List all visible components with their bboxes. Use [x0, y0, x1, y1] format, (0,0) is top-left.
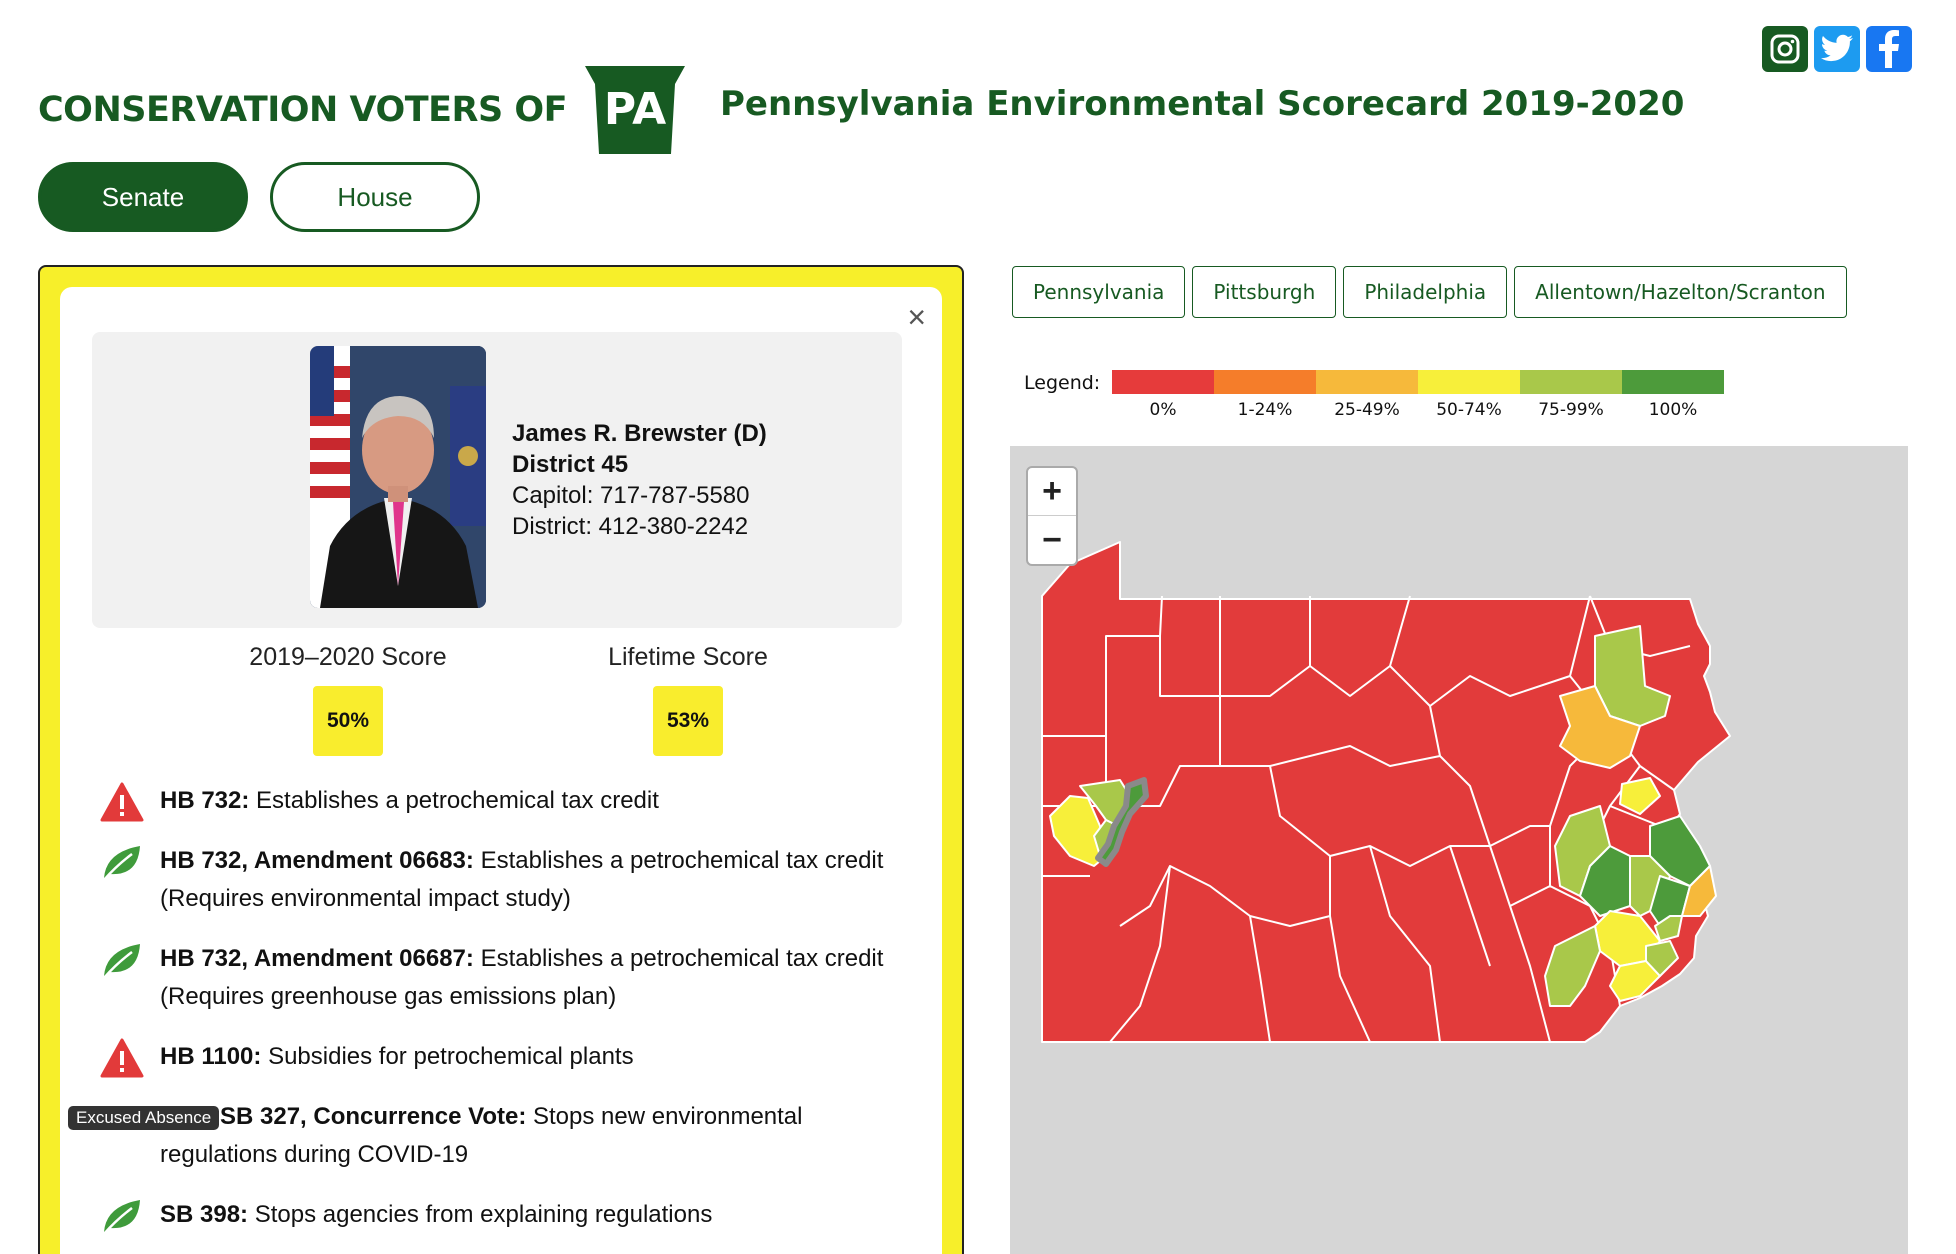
vote-bill: SB 327, Concurrence Vote: — [220, 1103, 527, 1130]
legend-item-label: 0% — [1149, 400, 1177, 420]
lifetime-score: Lifetime Score 53% — [558, 643, 818, 756]
leaf-icon — [103, 944, 140, 979]
legend-label: Legend: — [1024, 372, 1101, 394]
vote-item: HB 1100: Subsidies for petrochemical pla… — [100, 1038, 900, 1078]
current-score: 2019–2020 Score 50% — [218, 643, 478, 756]
vote-item: HB 732: Establishes a petrochemical tax … — [100, 782, 900, 822]
close-icon[interactable]: × — [907, 299, 926, 336]
vote-bill: HB 1100: — [160, 1043, 262, 1070]
capitol-phone: Capitol: 717-787-5580 — [512, 482, 750, 509]
twitter-icon[interactable] — [1814, 26, 1860, 72]
district-map[interactable]: + − — [1010, 446, 1908, 1254]
legend-swatch — [1520, 370, 1622, 394]
legend-swatch — [1418, 370, 1520, 394]
page-title: Pennsylvania Environmental Scorecard 201… — [720, 84, 1685, 124]
vote-item: Excused Absence SB 327, Concurrence Vote… — [68, 1098, 900, 1174]
house-button[interactable]: House — [270, 162, 480, 232]
leaf-icon — [103, 846, 140, 881]
leaf-icon — [103, 1200, 140, 1235]
excused-absence-badge: Excused Absence — [68, 1106, 220, 1130]
legend-item-label: 1-24% — [1237, 400, 1293, 420]
region-filter: Pennsylvania Pittsburgh Philadelphia All… — [1012, 266, 1847, 318]
region-button-pennsylvania[interactable]: Pennsylvania — [1012, 266, 1186, 318]
vote-bill: HB 732, Amendment 06687: — [160, 945, 474, 972]
region-button-allentown[interactable]: Allentown/Hazelton/Scranton — [1514, 266, 1847, 318]
vote-description: Stops agencies from explaining regulatio… — [254, 1201, 713, 1228]
zoom-out-button[interactable]: − — [1028, 516, 1076, 564]
legend-color-bar — [1112, 370, 1724, 394]
org-name: CONSERVATION VOTERS OF — [38, 90, 568, 130]
vote-description-continued: regulations during COVID-19 — [160, 1141, 469, 1168]
current-score-label: 2019–2020 Score — [249, 643, 447, 671]
svg-text:PA: PA — [604, 84, 666, 135]
legislator-card: James R. Brewster (D) District 45 Capito… — [92, 332, 902, 628]
legend-item-label: 25-49% — [1334, 400, 1400, 420]
lifetime-score-badge: 53% — [653, 686, 723, 756]
legislator-district: District 45 — [512, 451, 629, 478]
vote-bill: HB 732, Amendment 06683: — [160, 847, 474, 874]
legislator-name: James R. Brewster (D) — [512, 420, 767, 447]
warning-icon — [100, 782, 144, 822]
legend-swatch — [1622, 370, 1724, 394]
legend-labels: 0% 1-24% 25-49% 50-74% 75-99% 100% — [1112, 400, 1724, 420]
vote-bill: HB 732: — [160, 787, 250, 814]
warning-icon — [100, 1038, 144, 1078]
vote-item: HB 732, Amendment 06683: Establishes a p… — [100, 842, 900, 918]
vote-bill: SB 398: — [160, 1201, 249, 1228]
legend-item-label: 50-74% — [1436, 400, 1502, 420]
pennsylvania-map[interactable] — [1010, 446, 1908, 1254]
scores-section: 2019–2020 Score 50% Lifetime Score 53% — [60, 643, 942, 756]
vote-item: SB 398: Stops agencies from explaining r… — [100, 1196, 900, 1235]
zoom-controls: + − — [1026, 466, 1078, 566]
vote-description: Subsidies for petrochemical plants — [268, 1043, 634, 1070]
legislator-panel-frame: × James R. Brewster (D) District 45 Capi… — [38, 265, 964, 1254]
legislator-panel: × James R. Brewster (D) District 45 Capi… — [60, 287, 942, 1254]
vote-description: Stops new environmental — [533, 1103, 803, 1130]
keystone-logo-icon: PA — [585, 66, 686, 154]
region-button-pittsburgh[interactable]: Pittsburgh — [1192, 266, 1337, 318]
vote-description: Establishes a petrochemical tax credit — [256, 787, 659, 814]
current-score-badge: 50% — [313, 686, 383, 756]
legend-item-label: 100% — [1648, 400, 1698, 420]
vote-list: HB 732: Establishes a petrochemical tax … — [68, 782, 900, 1254]
legend-item-label: 75-99% — [1538, 400, 1604, 420]
legislator-info: James R. Brewster (D) District 45 Capito… — [512, 418, 767, 542]
zoom-in-button[interactable]: + — [1028, 468, 1076, 516]
district-phone: District: 412-380-2242 — [512, 513, 749, 540]
social-links — [1762, 26, 1912, 72]
vote-item: HB 732, Amendment 06687: Establishes a p… — [100, 940, 900, 1016]
lifetime-score-label: Lifetime Score — [608, 643, 768, 671]
legend-swatch — [1214, 370, 1316, 394]
chamber-toggle: Senate House — [38, 162, 480, 232]
legislator-photo — [310, 346, 486, 608]
legend-swatch — [1316, 370, 1418, 394]
legend-swatch — [1112, 370, 1214, 394]
senate-button[interactable]: Senate — [38, 162, 248, 232]
facebook-icon[interactable] — [1866, 26, 1912, 72]
brand-logo[interactable]: CONSERVATION VOTERS OF PA — [38, 64, 691, 156]
region-button-philadelphia[interactable]: Philadelphia — [1343, 266, 1508, 318]
instagram-icon[interactable] — [1762, 26, 1808, 72]
